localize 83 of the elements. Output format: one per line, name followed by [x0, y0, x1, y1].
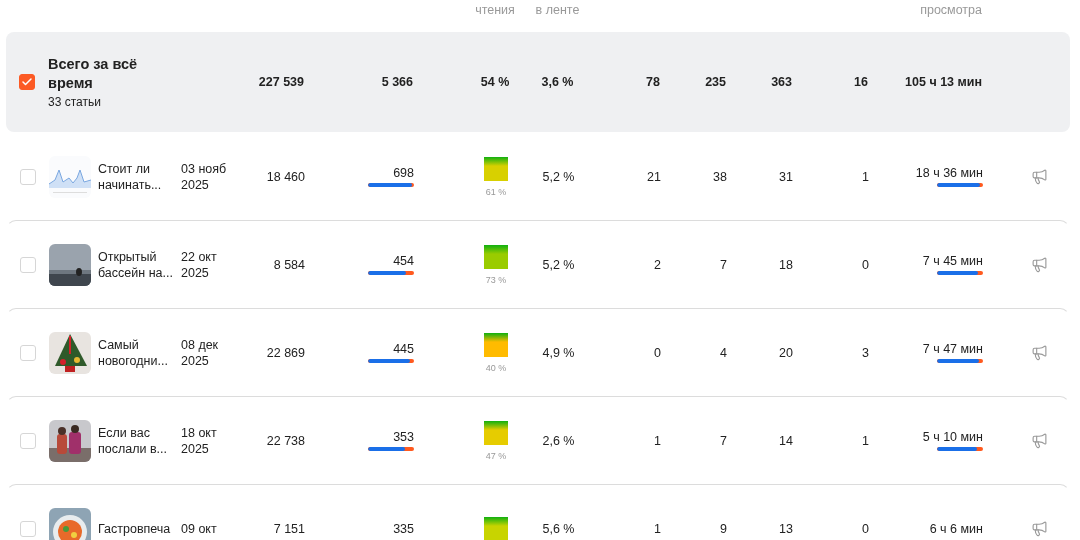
feed-ctr: 5,6 %	[541, 521, 576, 536]
article-title[interactable]: Гастровпеча	[94, 520, 177, 537]
article-title[interactable]: Стоит ли начинать...	[94, 160, 177, 193]
watch-time: 7 ч 47 мин	[922, 342, 983, 356]
watch-time-bar	[937, 359, 983, 363]
count-value: 18	[778, 257, 793, 272]
total-value: 5 366	[380, 75, 414, 89]
likes-bar	[368, 447, 414, 451]
count-value: 1	[861, 169, 869, 184]
publish-date: 09 окт	[180, 520, 218, 537]
count-value: 20	[778, 345, 793, 360]
publish-date: 03 нояб 2025	[180, 160, 228, 193]
likes-bar	[368, 183, 414, 187]
count-value: 38	[712, 169, 727, 184]
publish-date: 22 окт 2025	[180, 248, 218, 281]
views-count: 8 584	[272, 257, 305, 272]
count-value: 1	[653, 521, 661, 536]
watch-time-bar	[937, 183, 983, 187]
checkmark-icon	[21, 76, 33, 88]
count-value: 2	[653, 257, 661, 272]
count-value: 14	[778, 433, 793, 448]
watch-time: 5 ч 10 мин	[922, 430, 983, 444]
likes-count: 335	[393, 521, 414, 536]
publish-date: 08 дек 2025	[180, 336, 220, 369]
total-value: 363	[770, 75, 792, 89]
feed-ctr: 2,6 %	[541, 433, 576, 448]
likes-count: 445	[393, 342, 414, 356]
checkbox[interactable]	[19, 74, 35, 90]
feed-ctr: 5,2 %	[541, 169, 576, 184]
megaphone-icon[interactable]	[1030, 520, 1048, 537]
count-value: 7	[719, 257, 727, 272]
column-header: чтения	[474, 2, 516, 17]
total-value: 78	[645, 75, 660, 89]
likes-count: 698	[393, 166, 414, 180]
count-value: 4	[719, 345, 727, 360]
column-header: просмотра	[919, 2, 982, 17]
publish-date: 18 окт 2025	[180, 424, 218, 457]
watch-time: 7 ч 45 мин	[922, 254, 983, 268]
total-value: 235	[704, 75, 726, 89]
total-value: 227 539	[257, 75, 304, 89]
article-title[interactable]: Открытый бассейн на...	[94, 248, 177, 281]
count-value: 7	[719, 433, 727, 448]
feed-ctr: 5,2 %	[541, 257, 576, 272]
views-count: 22 869	[265, 345, 305, 360]
watch-time-bar	[937, 271, 983, 275]
count-value: 13	[778, 521, 793, 536]
count-value: 0	[861, 257, 869, 272]
total-value: 16	[853, 75, 868, 89]
megaphone-icon[interactable]	[1030, 256, 1048, 273]
likes-bar	[368, 271, 414, 275]
total-value: 54 %	[479, 75, 511, 89]
views-count: 18 460	[265, 169, 305, 184]
read-rate: 40 %	[485, 362, 507, 373]
megaphone-icon[interactable]	[1030, 168, 1048, 185]
total-value: 105 ч 13 мин	[904, 75, 982, 89]
count-value: 0	[861, 521, 869, 536]
views-count: 7 151	[272, 521, 305, 536]
article-count: 33 статьи	[48, 95, 102, 109]
read-rate: 61 %	[485, 186, 507, 197]
megaphone-icon[interactable]	[1030, 344, 1048, 361]
read-rate: 73 %	[485, 274, 507, 285]
likes-bar	[368, 359, 414, 363]
likes-count: 353	[393, 430, 414, 444]
views-count: 22 738	[265, 433, 305, 448]
count-value: 1	[861, 433, 869, 448]
count-value: 0	[653, 345, 661, 360]
count-value: 9	[719, 521, 727, 536]
column-header: в ленте	[535, 2, 580, 17]
read-rate: 47 %	[485, 450, 507, 461]
likes-count: 454	[393, 254, 414, 268]
total-value: 3,6 %	[540, 75, 575, 89]
count-value: 3	[861, 345, 869, 360]
megaphone-icon[interactable]	[1030, 432, 1048, 449]
watch-time: 6 ч 6 мин	[929, 521, 983, 536]
count-value: 1	[653, 433, 661, 448]
count-value: 21	[646, 169, 661, 184]
article-title[interactable]: Самый новогодни...	[94, 336, 177, 369]
watch-time-bar	[937, 447, 983, 451]
count-value: 31	[778, 169, 793, 184]
total-title: Всего за всё время	[48, 55, 139, 93]
feed-ctr: 4,9 %	[541, 345, 576, 360]
watch-time: 18 ч 36 мин	[915, 166, 983, 180]
article-title[interactable]: Если вас послали в...	[94, 424, 177, 457]
